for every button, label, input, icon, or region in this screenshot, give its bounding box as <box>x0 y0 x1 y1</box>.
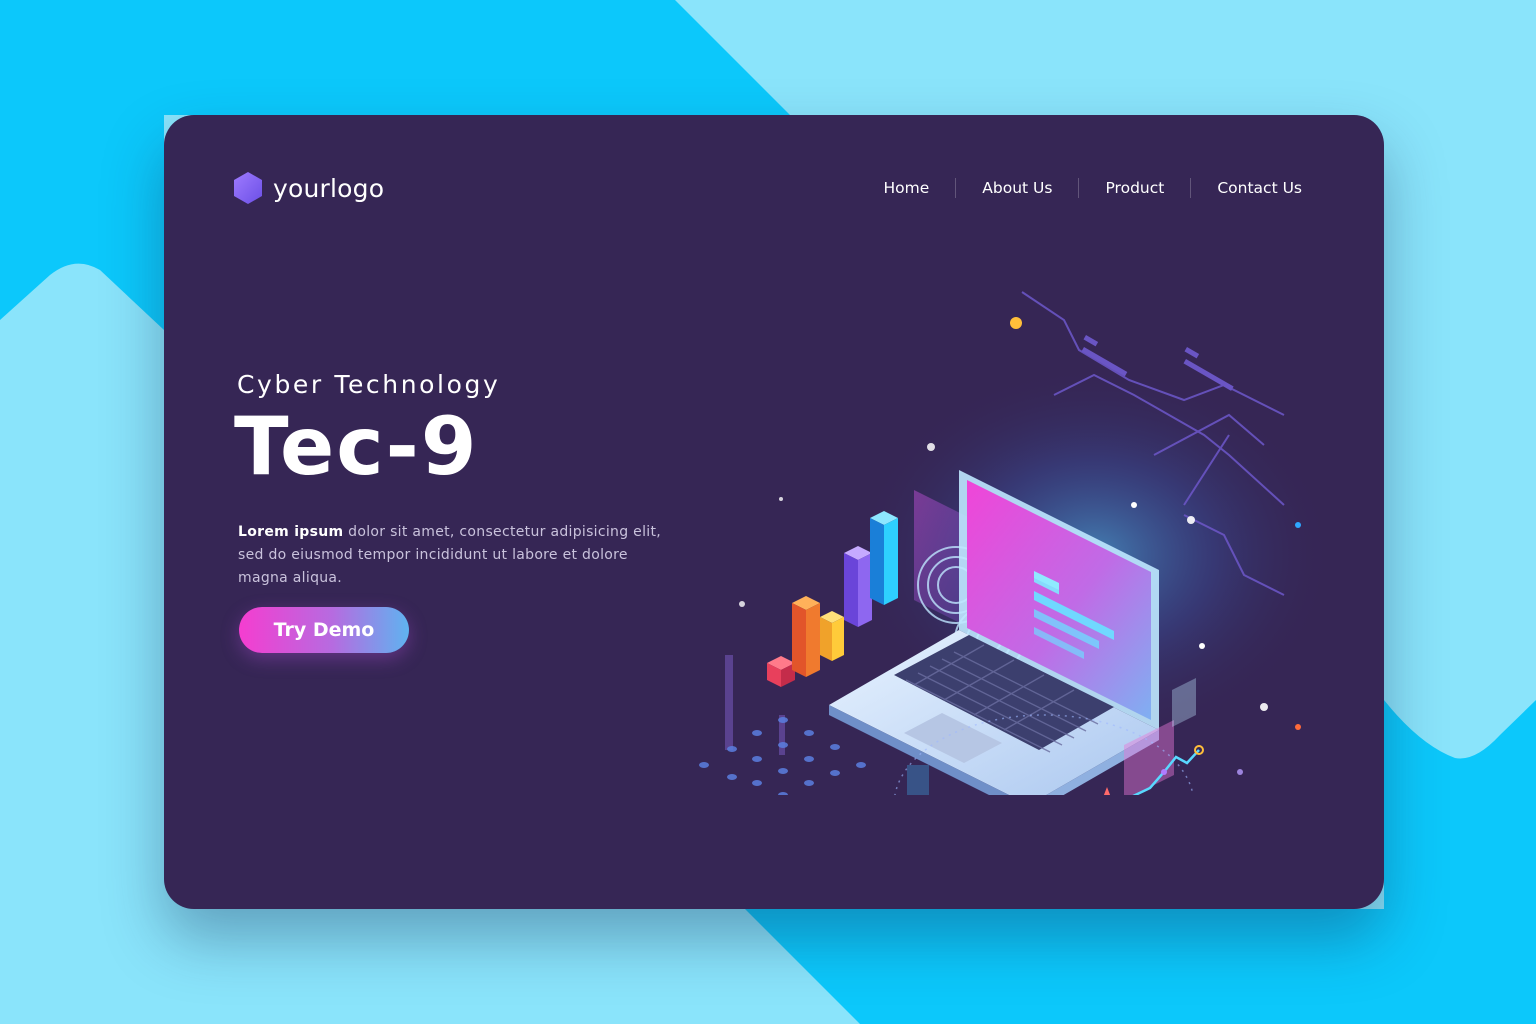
try-demo-button[interactable]: Try Demo <box>239 607 409 653</box>
nav-item-home[interactable]: Home <box>884 179 930 197</box>
hero-card: yourlogo Home About Us Product Contact U… <box>164 115 1384 909</box>
hexagon-icon <box>234 172 262 204</box>
isometric-laptop-illustration <box>699 291 1334 795</box>
landing-page: yourlogo Home About Us Product Contact U… <box>0 0 1536 1024</box>
nav-divider <box>1078 178 1080 198</box>
nav-item-product[interactable]: Product <box>1105 179 1164 197</box>
logo-text: yourlogo <box>273 173 385 203</box>
brand-logo[interactable]: yourlogo <box>233 170 384 206</box>
nav-item-contact-us[interactable]: Contact Us <box>1217 179 1302 197</box>
nav-divider <box>1190 178 1192 198</box>
main-nav: Home About Us Product Contact Us <box>884 177 1302 199</box>
description-emphasis: Lorem ipsum <box>238 524 344 540</box>
hero-subtitle: Cyber Technology <box>237 370 501 399</box>
nav-item-about-us[interactable]: About Us <box>982 179 1052 197</box>
nav-divider <box>955 178 957 198</box>
hero-description: Lorem ipsum dolor sit amet, consectetur … <box>238 521 678 590</box>
hero-title: Tec-9 <box>234 400 479 493</box>
